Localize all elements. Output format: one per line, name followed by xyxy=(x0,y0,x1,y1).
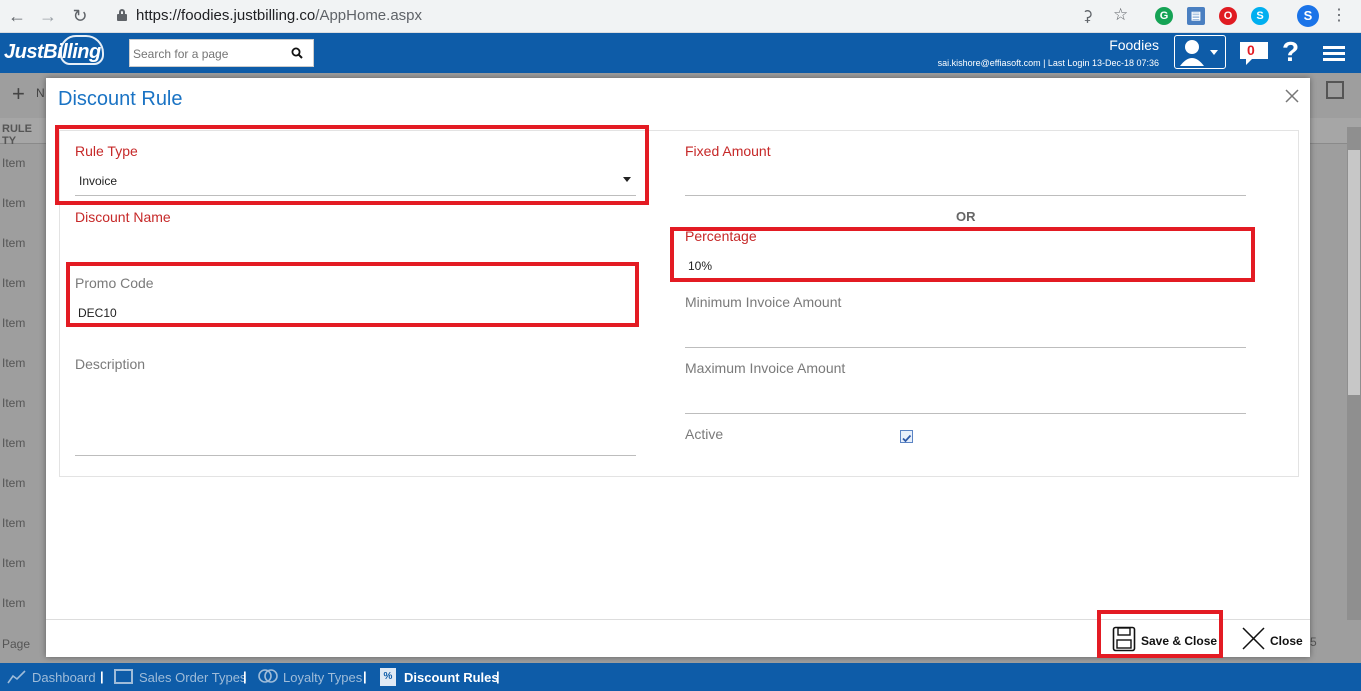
dialog-title: Discount Rule xyxy=(58,88,183,110)
company-name: Foodies xyxy=(1109,37,1159,53)
table-row: Item xyxy=(2,476,26,490)
extension-icon[interactable]: ▤ xyxy=(1187,7,1205,25)
table-row: Item xyxy=(2,436,26,450)
discount-name-label: Discount Name xyxy=(75,209,171,225)
close-icon[interactable] xyxy=(1284,88,1300,104)
grammarly-icon[interactable]: G xyxy=(1155,7,1173,25)
table-row: Item xyxy=(2,196,26,210)
user-icon xyxy=(1180,40,1218,66)
footer-tab-loyalty-types[interactable]: Loyalty Types xyxy=(283,670,362,685)
dashboard-icon xyxy=(7,670,26,684)
table-row: Item xyxy=(2,516,26,530)
highlight-promo-code xyxy=(66,262,639,327)
table-row: Item xyxy=(2,556,26,570)
url-text: https://foodies.justbilling.co/AppHome.a… xyxy=(136,7,422,24)
browser-toolbar: ← → ↻ https://foodies.justbilling.co/App… xyxy=(0,0,1361,33)
address-bar[interactable]: https://foodies.justbilling.co/AppHome.a… xyxy=(105,3,1145,29)
sales-order-icon xyxy=(114,669,133,684)
page-size: 5 xyxy=(1310,635,1317,649)
lock-icon xyxy=(117,9,127,21)
search-input[interactable] xyxy=(133,45,283,63)
min-invoice-input[interactable] xyxy=(688,326,1238,342)
opera-icon[interactable]: O xyxy=(1219,7,1237,25)
table-row: Item xyxy=(2,156,26,170)
table-row: Item xyxy=(2,236,26,250)
check-icon xyxy=(902,434,912,443)
scrollbar-thumb[interactable] xyxy=(1348,150,1360,395)
new-label: N xyxy=(36,86,45,100)
highlight-rule-type xyxy=(55,125,649,205)
max-invoice-input[interactable] xyxy=(688,392,1238,408)
description-label: Description xyxy=(75,356,146,372)
forward-arrow-icon[interactable]: → xyxy=(37,5,59,27)
close-label: Close xyxy=(1270,634,1303,648)
pager-label: Page xyxy=(2,637,31,651)
footer-bar: Dashboard | Sales Order Types | Loyalty … xyxy=(0,663,1361,691)
login-info: sai.kishore@effiasoft.com | Last Login 1… xyxy=(937,58,1159,68)
description-textarea[interactable] xyxy=(79,383,629,443)
discount-icon: % xyxy=(380,668,396,686)
notifications-button[interactable]: 0 xyxy=(1238,39,1270,67)
hamburger-menu-icon[interactable] xyxy=(1323,46,1345,62)
page-search[interactable] xyxy=(129,39,314,67)
highlight-save-close xyxy=(1097,610,1223,658)
url-host: https://foodies.justbilling.co xyxy=(136,7,316,24)
fixed-amount-label: Fixed Amount xyxy=(685,143,771,159)
or-separator: OR xyxy=(956,209,976,224)
add-icon: + xyxy=(12,81,25,106)
user-menu-button[interactable] xyxy=(1174,35,1226,69)
fixed-amount-input[interactable] xyxy=(688,174,1238,190)
help-icon[interactable]: ? xyxy=(1282,36,1299,68)
table-row: Item xyxy=(2,356,26,370)
key-icon[interactable]: ⚳ xyxy=(1082,7,1093,25)
logo[interactable]: JustBilling xyxy=(4,41,101,64)
max-invoice-label: Maximum Invoice Amount xyxy=(685,360,846,376)
min-invoice-label: Minimum Invoice Amount xyxy=(685,294,842,310)
footer-tab-discount-rules[interactable]: Discount Rules xyxy=(404,670,499,685)
table-row: Item xyxy=(2,276,26,290)
profile-avatar[interactable]: S xyxy=(1297,5,1319,27)
notification-count: 0 xyxy=(1247,42,1255,58)
table-row: Item xyxy=(2,596,26,610)
app-header: JustBilling Foodies sai.kishore@effiasof… xyxy=(0,33,1361,73)
star-icon[interactable]: ☆ xyxy=(1113,5,1128,25)
close-x-icon xyxy=(1242,627,1265,650)
skype-icon[interactable]: S xyxy=(1251,7,1269,25)
back-arrow-icon[interactable]: ← xyxy=(6,5,28,27)
highlight-percentage xyxy=(670,227,1255,282)
active-label: Active xyxy=(685,426,724,442)
close-button[interactable]: Close xyxy=(1240,620,1303,658)
footer-tab-sales-order-types[interactable]: Sales Order Types xyxy=(139,670,246,685)
discount-rule-dialog: Discount Rule Rule Type Invoice Discount… xyxy=(46,78,1310,658)
grid-icon xyxy=(1326,81,1344,99)
table-row: Item xyxy=(2,396,26,410)
column-header: RULE TY xyxy=(2,123,32,147)
discount-name-input[interactable] xyxy=(79,240,629,256)
kebab-menu-icon[interactable]: ⋮ xyxy=(1328,5,1350,27)
active-checkbox[interactable] xyxy=(900,430,913,443)
footer-tab-dashboard[interactable]: Dashboard xyxy=(32,670,96,685)
reload-icon[interactable]: ↻ xyxy=(69,5,91,27)
url-path: /AppHome.aspx xyxy=(315,7,423,24)
table-row: Item xyxy=(2,316,26,330)
search-icon[interactable] xyxy=(291,47,303,59)
loyalty-icon xyxy=(258,669,278,683)
